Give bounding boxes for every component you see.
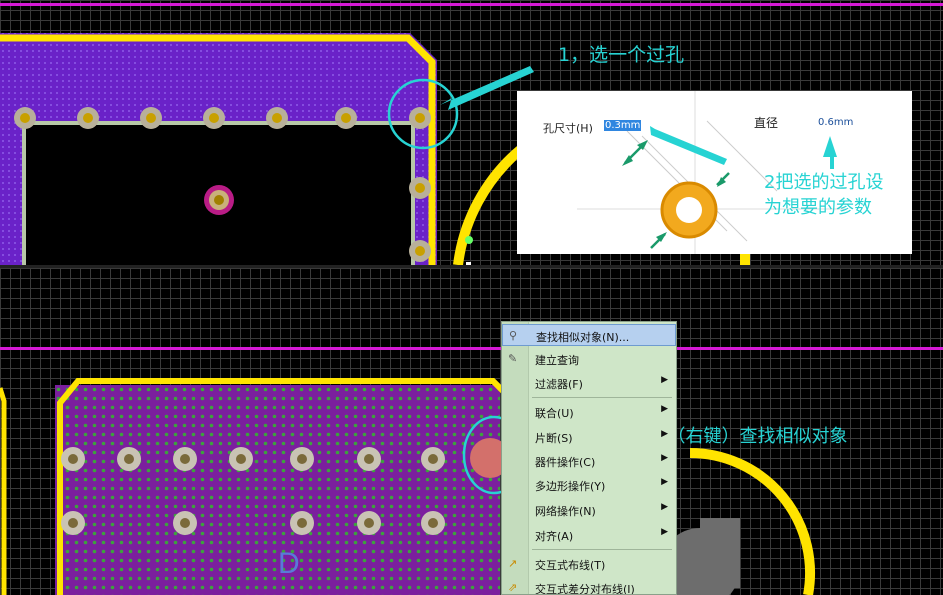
pcb-canvas-top[interactable]: 1，选一个过孔 孔尺寸(H) 0.3mm 直径 0.6mm 2把选的过孔设 为想… — [0, 0, 943, 265]
filter-icon: ⚲ — [509, 329, 518, 342]
menu-item-union[interactable]: 联合(U) ▶ — [502, 401, 676, 423]
via-pad[interactable] — [203, 107, 225, 129]
menu-item-find-similar[interactable]: ⚲ 查找相似对象(N)... — [502, 324, 676, 346]
via-pad[interactable] — [14, 107, 36, 129]
via-pad[interactable] — [335, 107, 357, 129]
submenu-arrow-icon: ▶ — [661, 502, 668, 512]
via-pad[interactable] — [173, 447, 197, 471]
annotation-step2-line1: 2把选的过孔设 — [764, 172, 884, 193]
menu-item-diff-pair-routing[interactable]: ⇗ 交互式差分对布线(I) — [502, 577, 676, 594]
annotation-step2-line2: 为想要的参数 — [764, 197, 872, 218]
menu-item-component-actions[interactable]: 器件操作(C) ▶ — [502, 450, 676, 472]
annotation-step1: 1，选一个过孔 — [558, 44, 685, 66]
pcb-canvas-bottom[interactable]: D 3点这个孔（右键）查找相似对象 — [0, 268, 943, 595]
via-pad[interactable] — [357, 511, 381, 535]
via-pad[interactable] — [290, 511, 314, 535]
via-pad[interactable] — [173, 511, 197, 535]
component-designator-graphic: D — [278, 547, 300, 580]
menu-item-align[interactable]: 对齐(A) ▶ — [502, 524, 676, 546]
submenu-arrow-icon: ▶ — [661, 477, 668, 487]
menu-item-snippets[interactable]: 片断(S) ▶ — [502, 426, 676, 448]
snap-point — [465, 236, 473, 244]
via-pad[interactable] — [290, 447, 314, 471]
menu-item-filter[interactable]: 过滤器(F) ▶ — [502, 372, 676, 394]
via-pad[interactable] — [61, 447, 85, 471]
context-menu: ⚲ 查找相似对象(N)... ✎ 建立查询 过滤器(F) ▶ 联合(U) ▶ 片… — [501, 321, 677, 595]
via-pad[interactable] — [266, 107, 288, 129]
via-pad[interactable] — [357, 447, 381, 471]
keepout-outline-left — [0, 387, 7, 595]
menu-item-net-actions[interactable]: 网络操作(N) ▶ — [502, 499, 676, 521]
diameter-input[interactable]: 0.6mm — [818, 117, 853, 128]
keepout-arc — [453, 146, 524, 265]
annotation-arrow-2b — [823, 136, 837, 169]
via-pad[interactable] — [421, 511, 445, 535]
submenu-arrow-icon: ▶ — [661, 375, 668, 385]
annotation-arrow-2a — [650, 126, 727, 165]
hole-size-input[interactable]: 0.3mm — [604, 120, 642, 131]
via-pad[interactable] — [229, 447, 253, 471]
via-pad[interactable] — [61, 511, 85, 535]
submenu-arrow-icon: ▶ — [661, 404, 668, 414]
submenu-arrow-icon: ▶ — [661, 453, 668, 463]
diameter-label: 直径 — [754, 116, 779, 130]
via-pad[interactable] — [409, 177, 431, 199]
via-properties-dialog: 孔尺寸(H) 0.3mm 直径 0.6mm 2把选的过孔设 为想要的参数 — [517, 91, 912, 254]
menu-item-build-query[interactable]: ✎ 建立查询 — [502, 348, 676, 370]
menu-item-polygon-actions[interactable]: 多边形操作(Y) ▶ — [502, 474, 676, 496]
selected-via-pad[interactable] — [409, 107, 431, 129]
menu-separator — [532, 397, 672, 398]
submenu-arrow-icon: ▶ — [661, 429, 668, 439]
menu-item-interactive-routing[interactable]: ↗ 交互式布线(T) — [502, 553, 676, 575]
diff-route-icon: ⇗ — [508, 581, 518, 594]
route-icon: ↗ — [508, 557, 518, 570]
via-pad[interactable] — [77, 107, 99, 129]
hole-size-label: 孔尺寸(H) — [543, 122, 593, 135]
via-pad[interactable] — [140, 107, 162, 129]
via-pad[interactable] — [117, 447, 141, 471]
menu-separator — [532, 549, 672, 550]
submenu-arrow-icon: ▶ — [661, 527, 668, 537]
via-pad[interactable] — [421, 447, 445, 471]
query-icon: ✎ — [508, 352, 518, 365]
via-pad[interactable] — [409, 240, 431, 262]
